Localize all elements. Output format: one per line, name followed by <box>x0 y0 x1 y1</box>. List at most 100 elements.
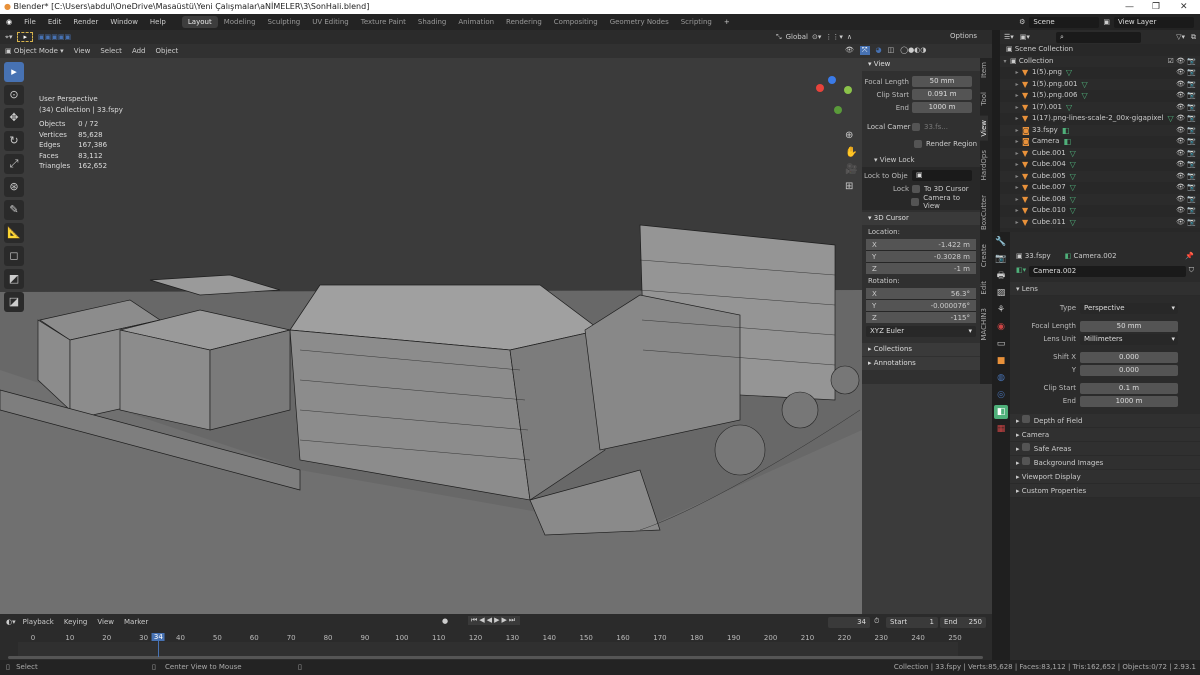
pan-hand-icon[interactable]: ✋ <box>845 147 857 158</box>
stopwatch-icon[interactable]: ⏱ <box>874 617 879 626</box>
tab-sculpting[interactable]: Sculpting <box>262 16 307 28</box>
scene-icon[interactable]: ⚙ <box>1019 18 1025 26</box>
fake-user-icon[interactable]: ⛉ <box>1189 266 1194 277</box>
blender-menu-icon[interactable]: ◉ <box>0 18 18 26</box>
render-region-checkbox[interactable] <box>914 139 922 148</box>
timeline-scrollbar[interactable] <box>8 656 983 659</box>
lens-type-dropdown[interactable]: Perspective ▾ <box>1080 302 1178 314</box>
menu-help[interactable]: Help <box>144 18 172 26</box>
render-tab-icon[interactable]: 📷 <box>994 252 1008 266</box>
expand-icon[interactable]: ▸ <box>1012 67 1022 79</box>
camera-data-icon[interactable]: ◧▾ <box>1016 266 1026 277</box>
display-mode-icon[interactable]: ☰▾ <box>1004 33 1014 41</box>
gizmo-toggle-icon[interactable]: ⤧ <box>859 46 870 55</box>
outliner-item[interactable]: ▸ ▼ Cube.011 ▽ 👁 📷 <box>1000 216 1200 229</box>
collection-tab-icon[interactable]: ▭ <box>994 337 1008 351</box>
pivot-icon[interactable]: ⊙▾ <box>812 33 821 41</box>
view-lock-header[interactable]: ▾ View Lock <box>862 154 980 167</box>
timeline-menu-marker[interactable]: Marker <box>119 618 153 626</box>
focal-length-field[interactable]: 50 mm <box>1080 320 1178 332</box>
cursor-loc-y-field[interactable]: Y -0.3028 m <box>866 251 976 262</box>
outliner-item[interactable]: ▸ ▼ Cube.007 ▽ 👁 📷 <box>1000 182 1200 194</box>
expand-icon[interactable]: ▸ <box>1012 159 1022 171</box>
expand-icon[interactable]: ▸ <box>1012 113 1022 125</box>
restore-button[interactable]: ❐ <box>1152 0 1160 14</box>
object-mode-dropdown[interactable]: ▣ Object Mode ▾ <box>0 47 69 55</box>
sidebar-tab-create[interactable]: Create <box>980 240 988 271</box>
visibility-icon[interactable]: 👁 <box>845 46 854 55</box>
filter-icon[interactable]: ▽▾ <box>1176 33 1185 41</box>
camera-datablock-field[interactable]: Camera.002 <box>1029 266 1186 277</box>
visibility-toggles[interactable]: ☑ 👁 📷 <box>1168 56 1196 68</box>
tool-tab-icon[interactable]: 🔧 <box>994 235 1008 249</box>
view-layer-tab-icon[interactable]: ▨ <box>994 286 1008 300</box>
tab-layout[interactable]: Layout <box>181 16 218 28</box>
cursor-loc-z-field[interactable]: Z -1 m <box>866 263 976 274</box>
3d-cursor-header[interactable]: ▾ 3D Cursor <box>862 212 980 225</box>
visibility-toggles[interactable]: 👁 📷 <box>1176 67 1196 79</box>
visibility-toggles[interactable]: 👁 📷 <box>1176 90 1196 102</box>
grid-view-icon[interactable]: ⊞ <box>845 181 857 192</box>
expand-icon[interactable]: ▸ <box>1012 217 1022 229</box>
timeline-menu-keying[interactable]: Keying <box>59 618 93 626</box>
camera-view-icon[interactable]: 🎥 <box>845 164 857 175</box>
sidebar-tab-view[interactable]: View <box>980 115 988 141</box>
visibility-toggles[interactable]: 👁 📷 <box>1176 148 1196 160</box>
rotate-tool-icon[interactable]: ↻ <box>4 131 24 151</box>
menu-render[interactable]: Render <box>67 18 104 26</box>
outliner-item[interactable]: ▸ ▼ Cube.010 ▽ 👁 📷 <box>1000 205 1200 217</box>
cursor-tool-icon[interactable]: ⊙ <box>4 85 24 105</box>
panel-custom-properties[interactable]: ▸ Custom Properties <box>1010 484 1200 498</box>
menu-window[interactable]: Window <box>104 18 144 26</box>
mesh-data-icon[interactable]: ▽ <box>1070 205 1076 217</box>
expand-icon[interactable]: ▸ <box>1012 205 1022 217</box>
orientation-dropdown[interactable]: Global <box>786 33 808 41</box>
expand-icon[interactable]: ▸ <box>1012 171 1022 183</box>
mesh-data-icon[interactable]: ▽ <box>1070 194 1076 206</box>
start-frame-field[interactable]: Start 1 <box>886 617 938 628</box>
constraints-tab-icon[interactable]: ◎ <box>994 388 1008 402</box>
mesh-data-icon[interactable]: ▽ <box>1070 217 1076 229</box>
output-tab-icon[interactable]: 🖶 <box>994 269 1008 283</box>
clip-start-field[interactable]: 0.1 m <box>1080 382 1178 394</box>
timeline[interactable]: ◐▾ Playback Keying View Marker ● ⏮◀◀▶▶⏭ 34 … <box>0 614 992 660</box>
visibility-toggles[interactable]: 👁 📷 <box>1176 205 1196 217</box>
visibility-toggles[interactable]: 👁 📷 <box>1176 136 1196 148</box>
outliner-item[interactable]: ▸ ▼ 1(5).png.001 ▽ 👁 📷 <box>1000 78 1200 91</box>
tab-modeling[interactable]: Modeling <box>218 16 262 28</box>
sidebar-tab-item[interactable]: Item <box>980 58 988 82</box>
expand-icon[interactable]: ▸ <box>1012 102 1022 114</box>
view-layer-field[interactable]: View Layer <box>1114 16 1194 28</box>
boxcutter-tool-icon[interactable]: ◩ <box>4 269 24 289</box>
mesh-data-icon[interactable]: ▽ <box>1082 79 1088 91</box>
outliner-item[interactable]: ▸ ▼ Cube.001 ▽ 👁 📷 <box>1000 147 1200 160</box>
outliner-item[interactable]: ▸ ▼ 1(5).png ▽ 👁 📷 <box>1000 67 1200 79</box>
options-dropdown[interactable]: Options <box>950 32 977 40</box>
minimize-button[interactable]: — <box>1125 0 1134 14</box>
sidebar-tab-machin3[interactable]: MACHIN3 <box>980 304 988 345</box>
outliner-item[interactable]: ▸ ▼ Cube.004 ▽ 👁 📷 <box>1000 159 1200 171</box>
outliner-item[interactable]: ▸ ▼ 1(5).png.006 ▽ 👁 📷 <box>1000 90 1200 102</box>
add-workspace-button[interactable]: + <box>718 18 736 26</box>
cursor-rot-z-field[interactable]: Z -115° <box>866 312 976 323</box>
sidebar-tab-hardops[interactable]: HardOps <box>980 146 988 184</box>
rotation-mode-dropdown[interactable]: XYZ Euler ▾ <box>866 326 976 337</box>
tab-uv-editing[interactable]: UV Editing <box>306 16 355 28</box>
focal-length-field[interactable]: 50 mm <box>912 76 972 87</box>
clip-start-field[interactable]: 0.091 m <box>912 89 972 100</box>
scale-tool-icon[interactable]: ⤢ <box>4 154 24 174</box>
mesh-data-icon[interactable]: ▽ <box>1070 159 1076 171</box>
shading-modes-icon[interactable]: ◯●◐◑ <box>900 46 926 55</box>
tab-scripting[interactable]: Scripting <box>675 16 718 28</box>
view-layer-icon[interactable]: ▣ <box>1103 18 1110 26</box>
sidebar-tab-boxcutter[interactable]: BoxCutter <box>980 191 988 234</box>
close-button[interactable]: ✕ <box>1180 0 1188 14</box>
outliner-item[interactable]: ▸ ▼ Cube.008 ▽ 👁 📷 <box>1000 193 1200 206</box>
panel-depth-of-field[interactable]: ▸ Depth of Field <box>1010 414 1200 428</box>
scene-tab-icon[interactable]: ⚘ <box>994 303 1008 317</box>
outliner-item[interactable]: ▸ ▼ 1(17).png-lines-scale-2_00x-gigapixel ▽… <box>1000 113 1200 125</box>
outliner-item[interactable]: ▸ ▼ Cube.005 ▽ 👁 📷 <box>1000 170 1200 183</box>
record-button[interactable]: ● <box>442 617 448 625</box>
camera-data-icon[interactable]: ◧ <box>1062 125 1070 137</box>
tab-animation[interactable]: Animation <box>452 16 500 28</box>
